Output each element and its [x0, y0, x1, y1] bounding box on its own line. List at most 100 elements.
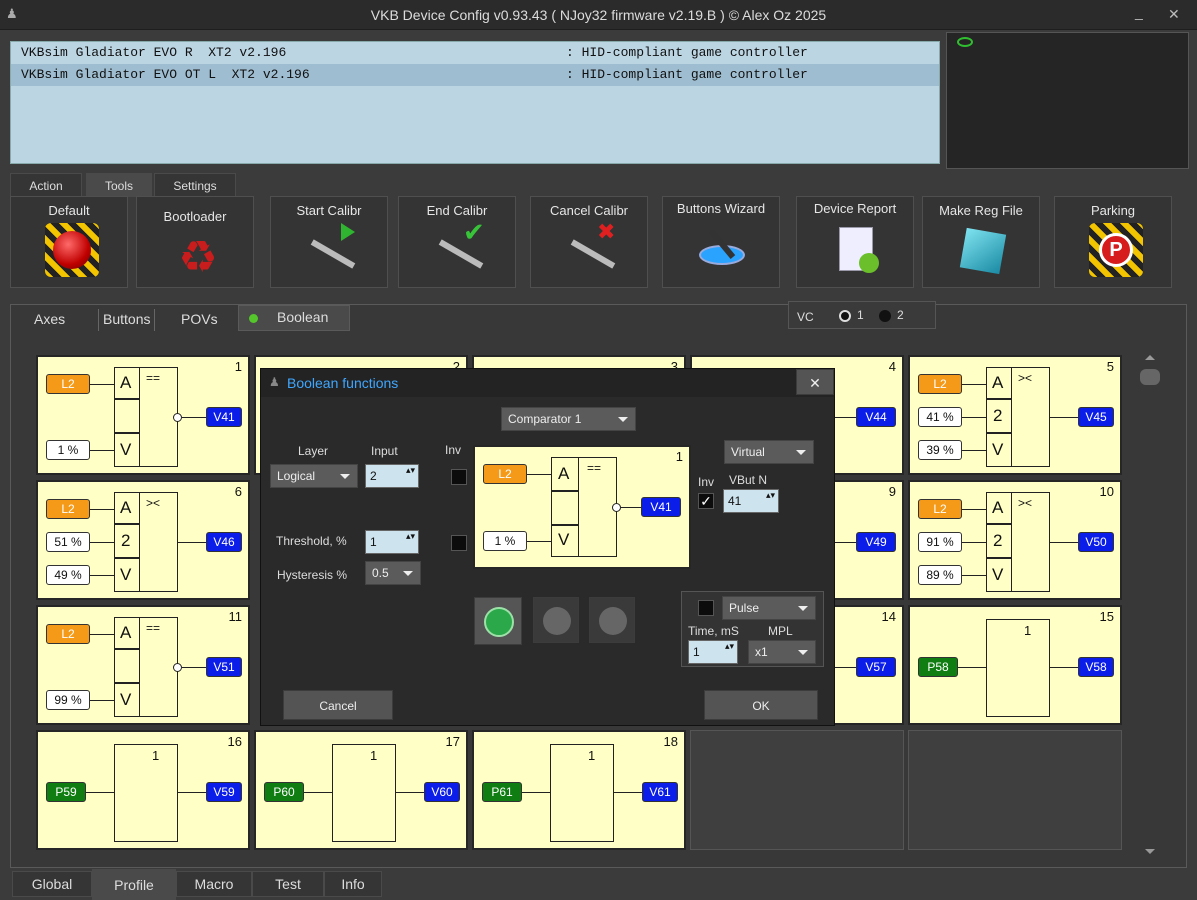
hysteresis-select[interactable]: 0.5 [365, 561, 421, 585]
device-row-selected[interactable]: VKBsim Gladiator EVO OT L XT2 v2.196: HI… [11, 64, 939, 86]
boolean-cell[interactable]: 10 A 2 V >< L2 91 % 89 % V50 [908, 480, 1122, 600]
output-type-select[interactable]: Virtual [724, 440, 814, 464]
output-inv-checkbox[interactable]: ✓ [698, 493, 714, 509]
threshold-high-tag[interactable]: 91 % [918, 532, 962, 552]
default-button[interactable]: Default [10, 196, 128, 288]
tab-buttons[interactable]: Buttons [98, 309, 156, 331]
threshold-low-tag[interactable]: 39 % [918, 440, 962, 460]
tab-test[interactable]: Test [252, 871, 324, 897]
copy-button[interactable] [474, 597, 522, 645]
threshold-low-tag[interactable]: 89 % [918, 565, 962, 585]
parking-button[interactable]: Parking P [1054, 196, 1172, 288]
tab-povs[interactable]: POVs [181, 311, 218, 327]
input-tag-1[interactable]: P58 [918, 657, 958, 677]
tool-label: Buttons Wizard [676, 201, 766, 216]
layer-select[interactable]: Logical [270, 464, 358, 488]
tab-axes[interactable]: Axes [34, 311, 65, 327]
threshold-high-tag[interactable]: 41 % [918, 407, 962, 427]
cancel-calibr-button[interactable]: Cancel Calibr ✖ [530, 196, 648, 288]
tab-boolean[interactable]: Boolean [238, 305, 350, 331]
boolean-cell[interactable]: 1 A V == L2 1 % V41 [36, 355, 250, 475]
threshold-inv-checkbox[interactable] [451, 535, 467, 551]
parking-icon: P [1089, 223, 1143, 277]
input-tag-1[interactable]: L2 [483, 464, 527, 484]
input-tag-1[interactable]: L2 [46, 499, 90, 519]
close-window-button[interactable]: ✕ [1168, 6, 1180, 23]
input-spinner[interactable]: 2 [365, 464, 419, 488]
boolean-cell[interactable]: 6 A 2 V >< L2 51 % 49 % V46 [36, 480, 250, 600]
output-tag[interactable]: V61 [642, 782, 678, 802]
tab-action[interactable]: Action [10, 173, 82, 197]
input-tag-1[interactable]: L2 [46, 374, 90, 394]
cancel-button[interactable]: Cancel [283, 690, 393, 720]
pulse-select[interactable]: Pulse [722, 596, 816, 620]
output-tag[interactable]: V57 [856, 657, 896, 677]
wire [90, 700, 114, 701]
scrollbar[interactable] [1140, 355, 1160, 857]
boolean-cell[interactable]: 5 A 2 V >< L2 41 % 39 % V45 [908, 355, 1122, 475]
threshold-spinner[interactable]: 1 [365, 530, 419, 554]
input-tag-1[interactable]: P59 [46, 782, 86, 802]
input-tag-1[interactable]: L2 [46, 624, 90, 644]
input-tag-1[interactable]: L2 [918, 499, 962, 519]
tab-macro[interactable]: Macro [176, 871, 252, 897]
input-tag-1[interactable]: P61 [482, 782, 522, 802]
input-inv-checkbox[interactable] [451, 469, 467, 485]
wire [90, 634, 114, 635]
boolean-cell[interactable]: 16 1 P59 V59 [36, 730, 250, 850]
input-tag-1[interactable]: P60 [264, 782, 304, 802]
vc-radio-2[interactable] [879, 310, 891, 322]
output-tag[interactable]: V60 [424, 782, 460, 802]
eye-icon[interactable] [957, 37, 973, 47]
tab-info[interactable]: Info [324, 871, 382, 897]
output-tag[interactable]: V51 [206, 657, 242, 677]
gate-label: 1 [588, 748, 596, 763]
scroll-up-icon[interactable] [1145, 355, 1155, 360]
tab-profile[interactable]: Profile [92, 869, 176, 900]
output-tag[interactable]: V58 [1078, 657, 1114, 677]
ok-button[interactable]: OK [704, 690, 818, 720]
output-tag[interactable]: V45 [1078, 407, 1114, 427]
output-tag[interactable]: V59 [206, 782, 242, 802]
tab-settings[interactable]: Settings [154, 173, 236, 197]
pulse-checkbox[interactable] [698, 600, 714, 616]
caliper-play-icon [305, 223, 359, 277]
end-calibr-button[interactable]: End Calibr ✔ [398, 196, 516, 288]
threshold-tag[interactable]: 1 % [483, 531, 527, 551]
vc-radio-1[interactable] [839, 310, 851, 322]
device-row[interactable]: VKBsim Gladiator EVO R XT2 v2.196: HID-c… [11, 42, 939, 64]
output-tag[interactable]: V50 [1078, 532, 1114, 552]
boolean-cell[interactable]: 17 1 P60 V60 [254, 730, 468, 850]
dialog-close-button[interactable]: ✕ [796, 369, 834, 395]
boolean-cell[interactable]: 18 1 P61 V61 [472, 730, 686, 850]
device-report-button[interactable]: Device Report [796, 196, 914, 288]
threshold-low-tag[interactable]: 49 % [46, 565, 90, 585]
threshold-tag[interactable]: 1 % [46, 440, 90, 460]
output-tag[interactable]: V41 [206, 407, 242, 427]
time-spinner[interactable]: 1 [688, 640, 738, 664]
boolean-cell[interactable]: 15 1 P58 V58 [908, 605, 1122, 725]
threshold-high-tag[interactable]: 51 % [46, 532, 90, 552]
function-select[interactable]: Comparator 1 [501, 407, 636, 431]
start-calibr-button[interactable]: Start Calibr [270, 196, 388, 288]
input-tag-1[interactable]: L2 [918, 374, 962, 394]
minimize-button[interactable]: _ [1135, 4, 1143, 20]
boolean-cell[interactable]: 11 A V == L2 99 % V51 [36, 605, 250, 725]
vbut-spinner[interactable]: 41 [723, 489, 779, 513]
tab-global[interactable]: Global [12, 871, 92, 897]
buttons-wizard-button[interactable]: Buttons Wizard [662, 196, 780, 288]
scroll-thumb[interactable] [1140, 369, 1160, 385]
mpl-select[interactable]: x1 [748, 640, 816, 664]
bootloader-button[interactable]: Bootloader ♻ [136, 196, 254, 288]
make-reg-file-button[interactable]: Make Reg File [922, 196, 1040, 288]
device-list[interactable]: VKBsim Gladiator EVO R XT2 v2.196: HID-c… [10, 41, 940, 164]
tab-tools[interactable]: Tools [86, 173, 152, 197]
reset-button[interactable] [589, 597, 635, 643]
output-tag[interactable]: V44 [856, 407, 896, 427]
output-tag[interactable]: V46 [206, 532, 242, 552]
threshold-tag[interactable]: 99 % [46, 690, 90, 710]
output-tag[interactable]: V49 [856, 532, 896, 552]
scroll-down-icon[interactable] [1145, 849, 1155, 854]
output-tag[interactable]: V41 [641, 497, 681, 517]
paste-button[interactable] [533, 597, 579, 643]
